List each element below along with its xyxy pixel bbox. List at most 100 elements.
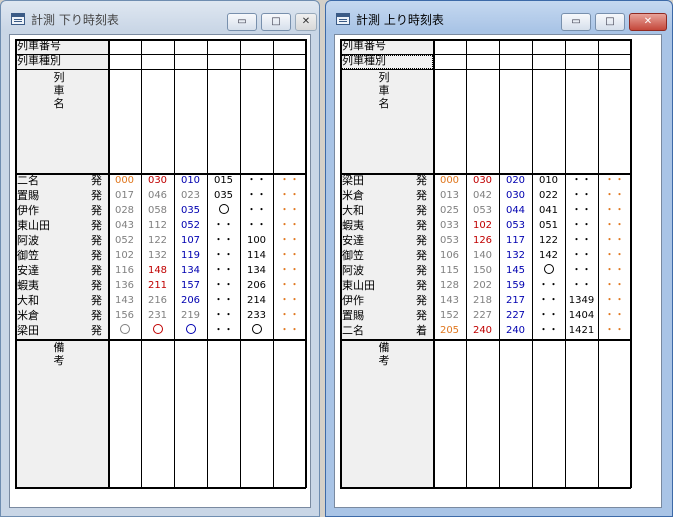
time-cell[interactable]: ・・ [565, 249, 598, 264]
time-cell[interactable]: 046 [141, 189, 174, 204]
time-cell[interactable]: 033 [433, 219, 466, 234]
timetable-pane[interactable]: 列車番号 列車種別列車名備考梁田発米倉発大和発蝦夷発安達発御笠発阿波発東山田発伊作… [334, 34, 662, 508]
time-cell[interactable]: 028 [108, 204, 141, 219]
time-cell[interactable]: ・・ [532, 324, 565, 339]
time-cell[interactable]: ・・ [532, 309, 565, 324]
time-cell[interactable]: ・・ [273, 279, 306, 294]
time-cell[interactable]: ・・ [207, 279, 240, 294]
time-cell[interactable]: 041 [532, 204, 565, 219]
time-cell[interactable]: ・・ [598, 189, 631, 204]
time-cell[interactable]: 136 [108, 279, 141, 294]
time-cell[interactable]: 106 [433, 249, 466, 264]
timetable-pane[interactable]: 列車番号 列車種別列車名備考二名発置賜発伊作発東山田発阿波発御笠発安達発蝦夷発大和… [9, 34, 311, 508]
time-cell[interactable]: 206 [240, 279, 273, 294]
time-cell[interactable]: 148 [141, 264, 174, 279]
time-cell[interactable]: ・・ [273, 309, 306, 324]
time-cell[interactable]: 025 [433, 204, 466, 219]
time-cell[interactable]: 205 [433, 324, 466, 339]
time-cell[interactable]: 116 [108, 264, 141, 279]
time-cell[interactable]: 157 [174, 279, 207, 294]
time-cell[interactable]: 159 [499, 279, 532, 294]
time-cell[interactable]: ・・ [273, 234, 306, 249]
time-cell[interactable]: ・・ [598, 294, 631, 309]
time-cell[interactable]: 117 [499, 234, 532, 249]
time-cell[interactable] [174, 324, 207, 339]
time-cell[interactable]: 112 [141, 219, 174, 234]
time-cell[interactable]: 100 [240, 234, 273, 249]
time-cell[interactable]: 233 [240, 309, 273, 324]
time-cell[interactable]: 206 [174, 294, 207, 309]
time-cell[interactable]: ・・ [273, 264, 306, 279]
time-cell[interactable]: ・・ [565, 219, 598, 234]
up-timetable-window[interactable]: 計測 上り時刻表 ▭ □ ✕ 列車番号 列車種別列車名備考梁田発米倉発大和発蝦夷発… [325, 0, 673, 517]
time-cell[interactable]: 053 [499, 219, 532, 234]
time-cell[interactable]: 217 [499, 294, 532, 309]
time-cell[interactable]: 1404 [565, 309, 598, 324]
time-cell[interactable]: 035 [207, 189, 240, 204]
time-cell[interactable]: ・・ [532, 279, 565, 294]
close-button[interactable]: ✕ [295, 13, 317, 31]
minimize-button[interactable]: ▭ [227, 13, 257, 31]
time-cell[interactable] [141, 324, 174, 339]
time-cell[interactable]: 023 [174, 189, 207, 204]
time-cell[interactable]: 052 [174, 219, 207, 234]
time-cell[interactable]: 030 [466, 174, 499, 189]
time-cell[interactable] [532, 264, 565, 279]
time-cell[interactable]: 231 [141, 309, 174, 324]
time-cell[interactable]: ・・ [598, 264, 631, 279]
time-cell[interactable]: 211 [141, 279, 174, 294]
time-cell[interactable]: 000 [108, 174, 141, 189]
time-cell[interactable]: ・・ [598, 249, 631, 264]
time-cell[interactable]: ・・ [565, 234, 598, 249]
time-cell[interactable]: ・・ [598, 204, 631, 219]
time-cell[interactable]: 042 [466, 189, 499, 204]
time-cell[interactable]: ・・ [273, 174, 306, 189]
time-cell[interactable]: 152 [433, 309, 466, 324]
title-bar[interactable]: 計測 上り時刻表 ▭ □ ✕ [326, 1, 672, 31]
time-cell[interactable]: 156 [108, 309, 141, 324]
time-cell[interactable]: 132 [141, 249, 174, 264]
time-cell[interactable]: 044 [499, 204, 532, 219]
time-cell[interactable]: ・・ [207, 249, 240, 264]
time-cell[interactable]: ・・ [565, 174, 598, 189]
time-cell[interactable]: 022 [532, 189, 565, 204]
time-cell[interactable]: 107 [174, 234, 207, 249]
title-bar[interactable]: 計測 下り時刻表 ▭ □ ✕ [1, 1, 319, 31]
time-cell[interactable]: 030 [141, 174, 174, 189]
close-button[interactable]: ✕ [629, 13, 667, 31]
time-cell[interactable]: ・・ [273, 294, 306, 309]
time-cell[interactable]: ・・ [273, 189, 306, 204]
time-cell[interactable]: ・・ [565, 279, 598, 294]
time-cell[interactable]: ・・ [207, 294, 240, 309]
time-cell[interactable]: ・・ [598, 324, 631, 339]
time-cell[interactable]: 134 [240, 264, 273, 279]
time-cell[interactable]: 102 [466, 219, 499, 234]
time-cell[interactable]: ・・ [207, 324, 240, 339]
time-cell[interactable]: 043 [108, 219, 141, 234]
time-cell[interactable] [108, 324, 141, 339]
time-cell[interactable]: ・・ [598, 219, 631, 234]
time-cell[interactable]: 126 [466, 234, 499, 249]
time-cell[interactable]: ・・ [565, 189, 598, 204]
time-cell[interactable]: ・・ [240, 219, 273, 234]
time-cell[interactable]: 010 [532, 174, 565, 189]
time-cell[interactable] [240, 324, 273, 339]
time-cell[interactable]: 053 [466, 204, 499, 219]
time-cell[interactable]: 102 [108, 249, 141, 264]
time-cell[interactable]: ・・ [565, 264, 598, 279]
time-cell[interactable]: 143 [433, 294, 466, 309]
time-cell[interactable]: 058 [141, 204, 174, 219]
time-cell[interactable]: ・・ [240, 189, 273, 204]
time-cell[interactable]: ・・ [273, 219, 306, 234]
time-cell[interactable]: 053 [433, 234, 466, 249]
time-cell[interactable]: 132 [499, 249, 532, 264]
time-cell[interactable]: 122 [532, 234, 565, 249]
time-cell[interactable]: 240 [499, 324, 532, 339]
time-cell[interactable]: 1421 [565, 324, 598, 339]
time-cell[interactable]: 240 [466, 324, 499, 339]
time-cell[interactable]: ・・ [273, 249, 306, 264]
time-cell[interactable]: 030 [499, 189, 532, 204]
time-cell[interactable]: 1349 [565, 294, 598, 309]
time-cell[interactable]: ・・ [207, 264, 240, 279]
time-cell[interactable]: 020 [499, 174, 532, 189]
